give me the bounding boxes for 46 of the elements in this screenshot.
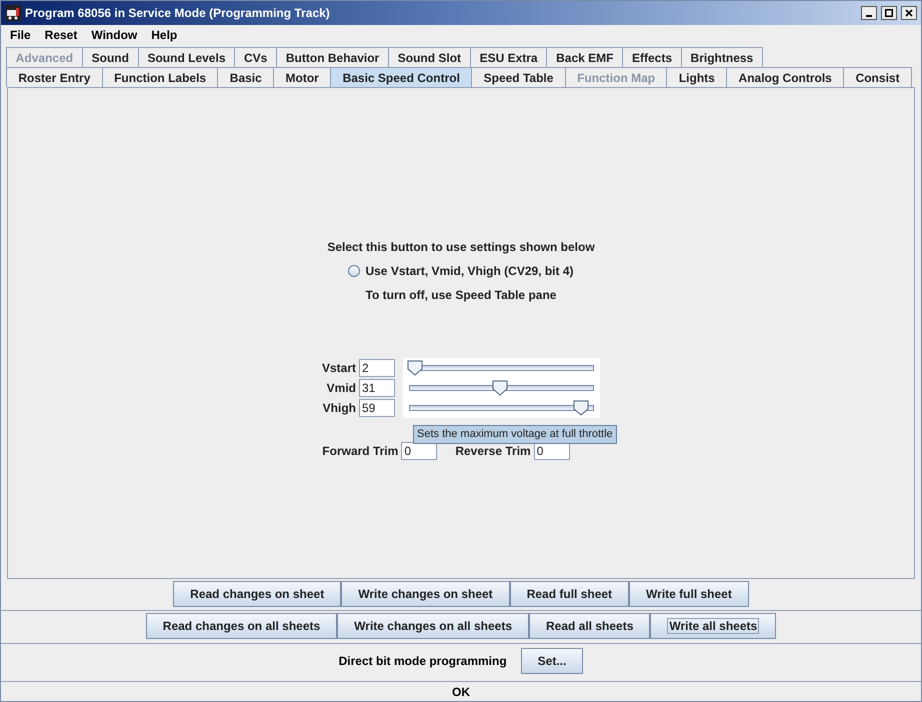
close-icon [905,8,913,17]
train-icon [5,4,21,21]
note-text: To turn off, use Speed Table pane [366,287,556,304]
slider-thumb[interactable] [406,360,423,376]
tab[interactable]: Basic Speed Control [330,67,472,88]
instruction-text: Select this button to use settings shown below [327,239,595,256]
sheet-button[interactable]: Read full sheet [510,581,630,608]
input-field[interactable]: 59 [359,399,395,418]
field-label: Vstart [322,360,356,378]
menu-item[interactable]: Window [91,26,138,44]
slider-thumb[interactable] [573,400,590,416]
maximize-button[interactable] [881,6,897,20]
input-field[interactable]: 0 [401,442,438,460]
field-label: Vhigh [322,400,356,418]
input-field[interactable]: 2 [359,359,395,378]
status-text: OK [452,684,470,701]
tab[interactable]: Analog Controls [726,67,844,88]
tooltip: Sets the maximum voltage at full throttle [413,425,617,444]
tab[interactable]: Consist [843,67,912,88]
menu-item[interactable]: File [10,26,31,44]
tab[interactable]: Brightness [680,47,763,68]
direct-mode-label: Direct bit mode programming [338,652,507,670]
tab[interactable]: Roster Entry [6,67,103,88]
sheet-button[interactable]: Read changes on sheet [173,581,342,608]
sheet-button[interactable]: Read all sheets [529,613,650,640]
sheet-button[interactable]: Write all sheets [650,613,776,640]
menu-item[interactable]: Reset [44,26,78,44]
tab[interactable]: Lights [666,67,728,88]
input-field[interactable]: 31 [359,379,395,398]
sheet-button[interactable]: Write changes on sheet [341,581,510,608]
minimize-button[interactable] [861,6,877,20]
field-label: Reverse Trim [455,443,531,460]
set-button[interactable]: Set... [520,648,584,674]
field-label: Vmid [326,380,356,398]
menu-item[interactable]: Help [151,26,178,44]
sheet-button[interactable]: Read changes on all sheets [146,613,338,640]
window-title: Program 68056 in Service Mode (Programming Track) [25,4,331,22]
minimize-icon [866,14,872,17]
tab[interactable]: Speed Table [471,67,566,88]
close-button[interactable] [901,6,917,20]
sheet-button[interactable]: Write changes on all sheets [337,613,529,640]
radio-button[interactable]: Use Vstart, Vmid, Vhigh (CV29, bit 4) [348,262,574,280]
slider-thumb[interactable] [492,380,508,396]
sheet-button[interactable]: Write full sheet [629,581,749,608]
maximize-icon [885,8,893,17]
field-label: Forward Trim [322,443,398,460]
